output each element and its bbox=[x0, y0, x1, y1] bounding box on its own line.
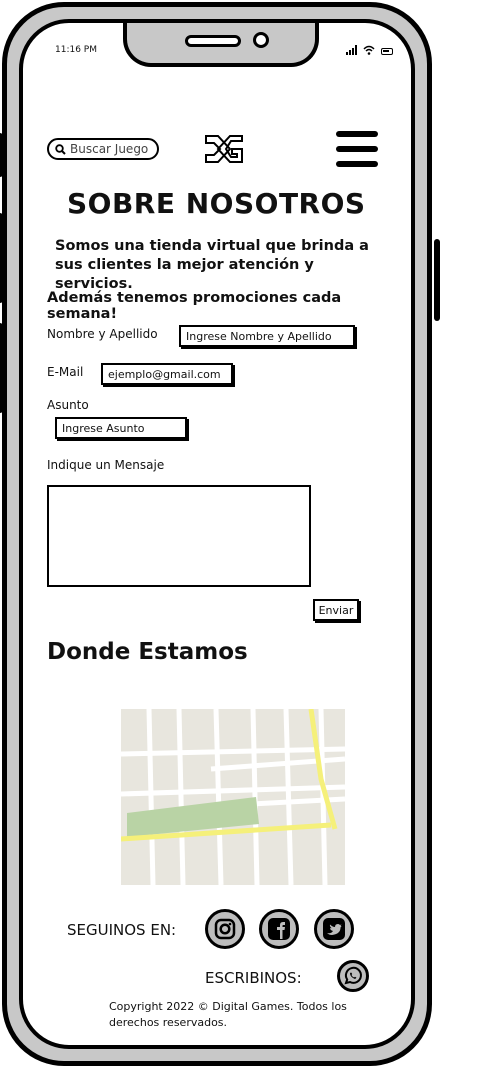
wifi-icon bbox=[363, 45, 375, 55]
copyright-text: Copyright 2022 © Digital Games. Todos lo… bbox=[109, 1000, 347, 1029]
phone-frame: 11:16 PM Buscar Juego SOBRE NOSOTROS Som… bbox=[0, 2, 440, 1066]
email-label: E-Mail bbox=[47, 365, 84, 379]
subject-field[interactable]: Ingrese Asunto bbox=[55, 417, 187, 439]
whatsapp-icon[interactable] bbox=[337, 960, 369, 992]
message-label: Indique un Mensaje bbox=[47, 458, 165, 472]
instagram-icon[interactable] bbox=[205, 909, 245, 949]
subject-placeholder: Ingrese Asunto bbox=[62, 421, 145, 435]
page-title: SOBRE NOSOTROS bbox=[67, 187, 366, 220]
hamburger-menu-icon[interactable] bbox=[336, 131, 378, 167]
whatsapp-glyph bbox=[344, 966, 362, 985]
location-map[interactable] bbox=[121, 709, 345, 885]
status-time: 11:16 PM bbox=[55, 45, 97, 55]
follow-label: SEGUINOS EN: bbox=[67, 921, 177, 939]
signal-icon bbox=[346, 45, 357, 55]
name-placeholder: Ingrese Nombre y Apellido bbox=[186, 329, 332, 343]
side-button bbox=[0, 213, 3, 303]
search-icon bbox=[55, 143, 66, 155]
twitter-icon[interactable] bbox=[314, 909, 354, 949]
subject-label: Asunto bbox=[47, 398, 89, 412]
phone-screen: 11:16 PM Buscar Juego SOBRE NOSOTROS Som… bbox=[19, 19, 415, 1049]
facebook-icon[interactable] bbox=[259, 909, 299, 949]
email-placeholder: ejemplo@gmail.com bbox=[108, 367, 221, 381]
twitter-glyph bbox=[323, 918, 345, 940]
battery-icon bbox=[381, 48, 393, 55]
send-button[interactable]: Enviar bbox=[313, 599, 359, 621]
instagram-glyph bbox=[214, 918, 236, 940]
message-textarea[interactable] bbox=[47, 485, 311, 587]
speaker bbox=[185, 35, 241, 47]
intro-text: Somos una tienda virtual que brinda a su… bbox=[55, 238, 369, 292]
name-label: Nombre y Apellido bbox=[47, 327, 158, 341]
side-button bbox=[0, 323, 3, 413]
facebook-glyph bbox=[268, 918, 290, 940]
camera-icon bbox=[253, 32, 269, 48]
notch bbox=[123, 23, 319, 67]
side-button bbox=[0, 133, 3, 177]
logo[interactable] bbox=[203, 133, 245, 165]
search-placeholder: Buscar Juego bbox=[70, 142, 149, 156]
write-label: ESCRIBINOS: bbox=[205, 969, 302, 987]
search-input[interactable]: Buscar Juego bbox=[47, 138, 159, 160]
status-icons bbox=[346, 45, 393, 55]
promo-text: Además tenemos promociones cada semana! bbox=[47, 290, 342, 322]
send-button-label: Enviar bbox=[318, 603, 354, 617]
side-button bbox=[434, 239, 440, 321]
name-field[interactable]: Ingrese Nombre y Apellido bbox=[179, 325, 355, 347]
email-field[interactable]: ejemplo@gmail.com bbox=[101, 363, 233, 385]
location-title: Donde Estamos bbox=[47, 639, 248, 665]
